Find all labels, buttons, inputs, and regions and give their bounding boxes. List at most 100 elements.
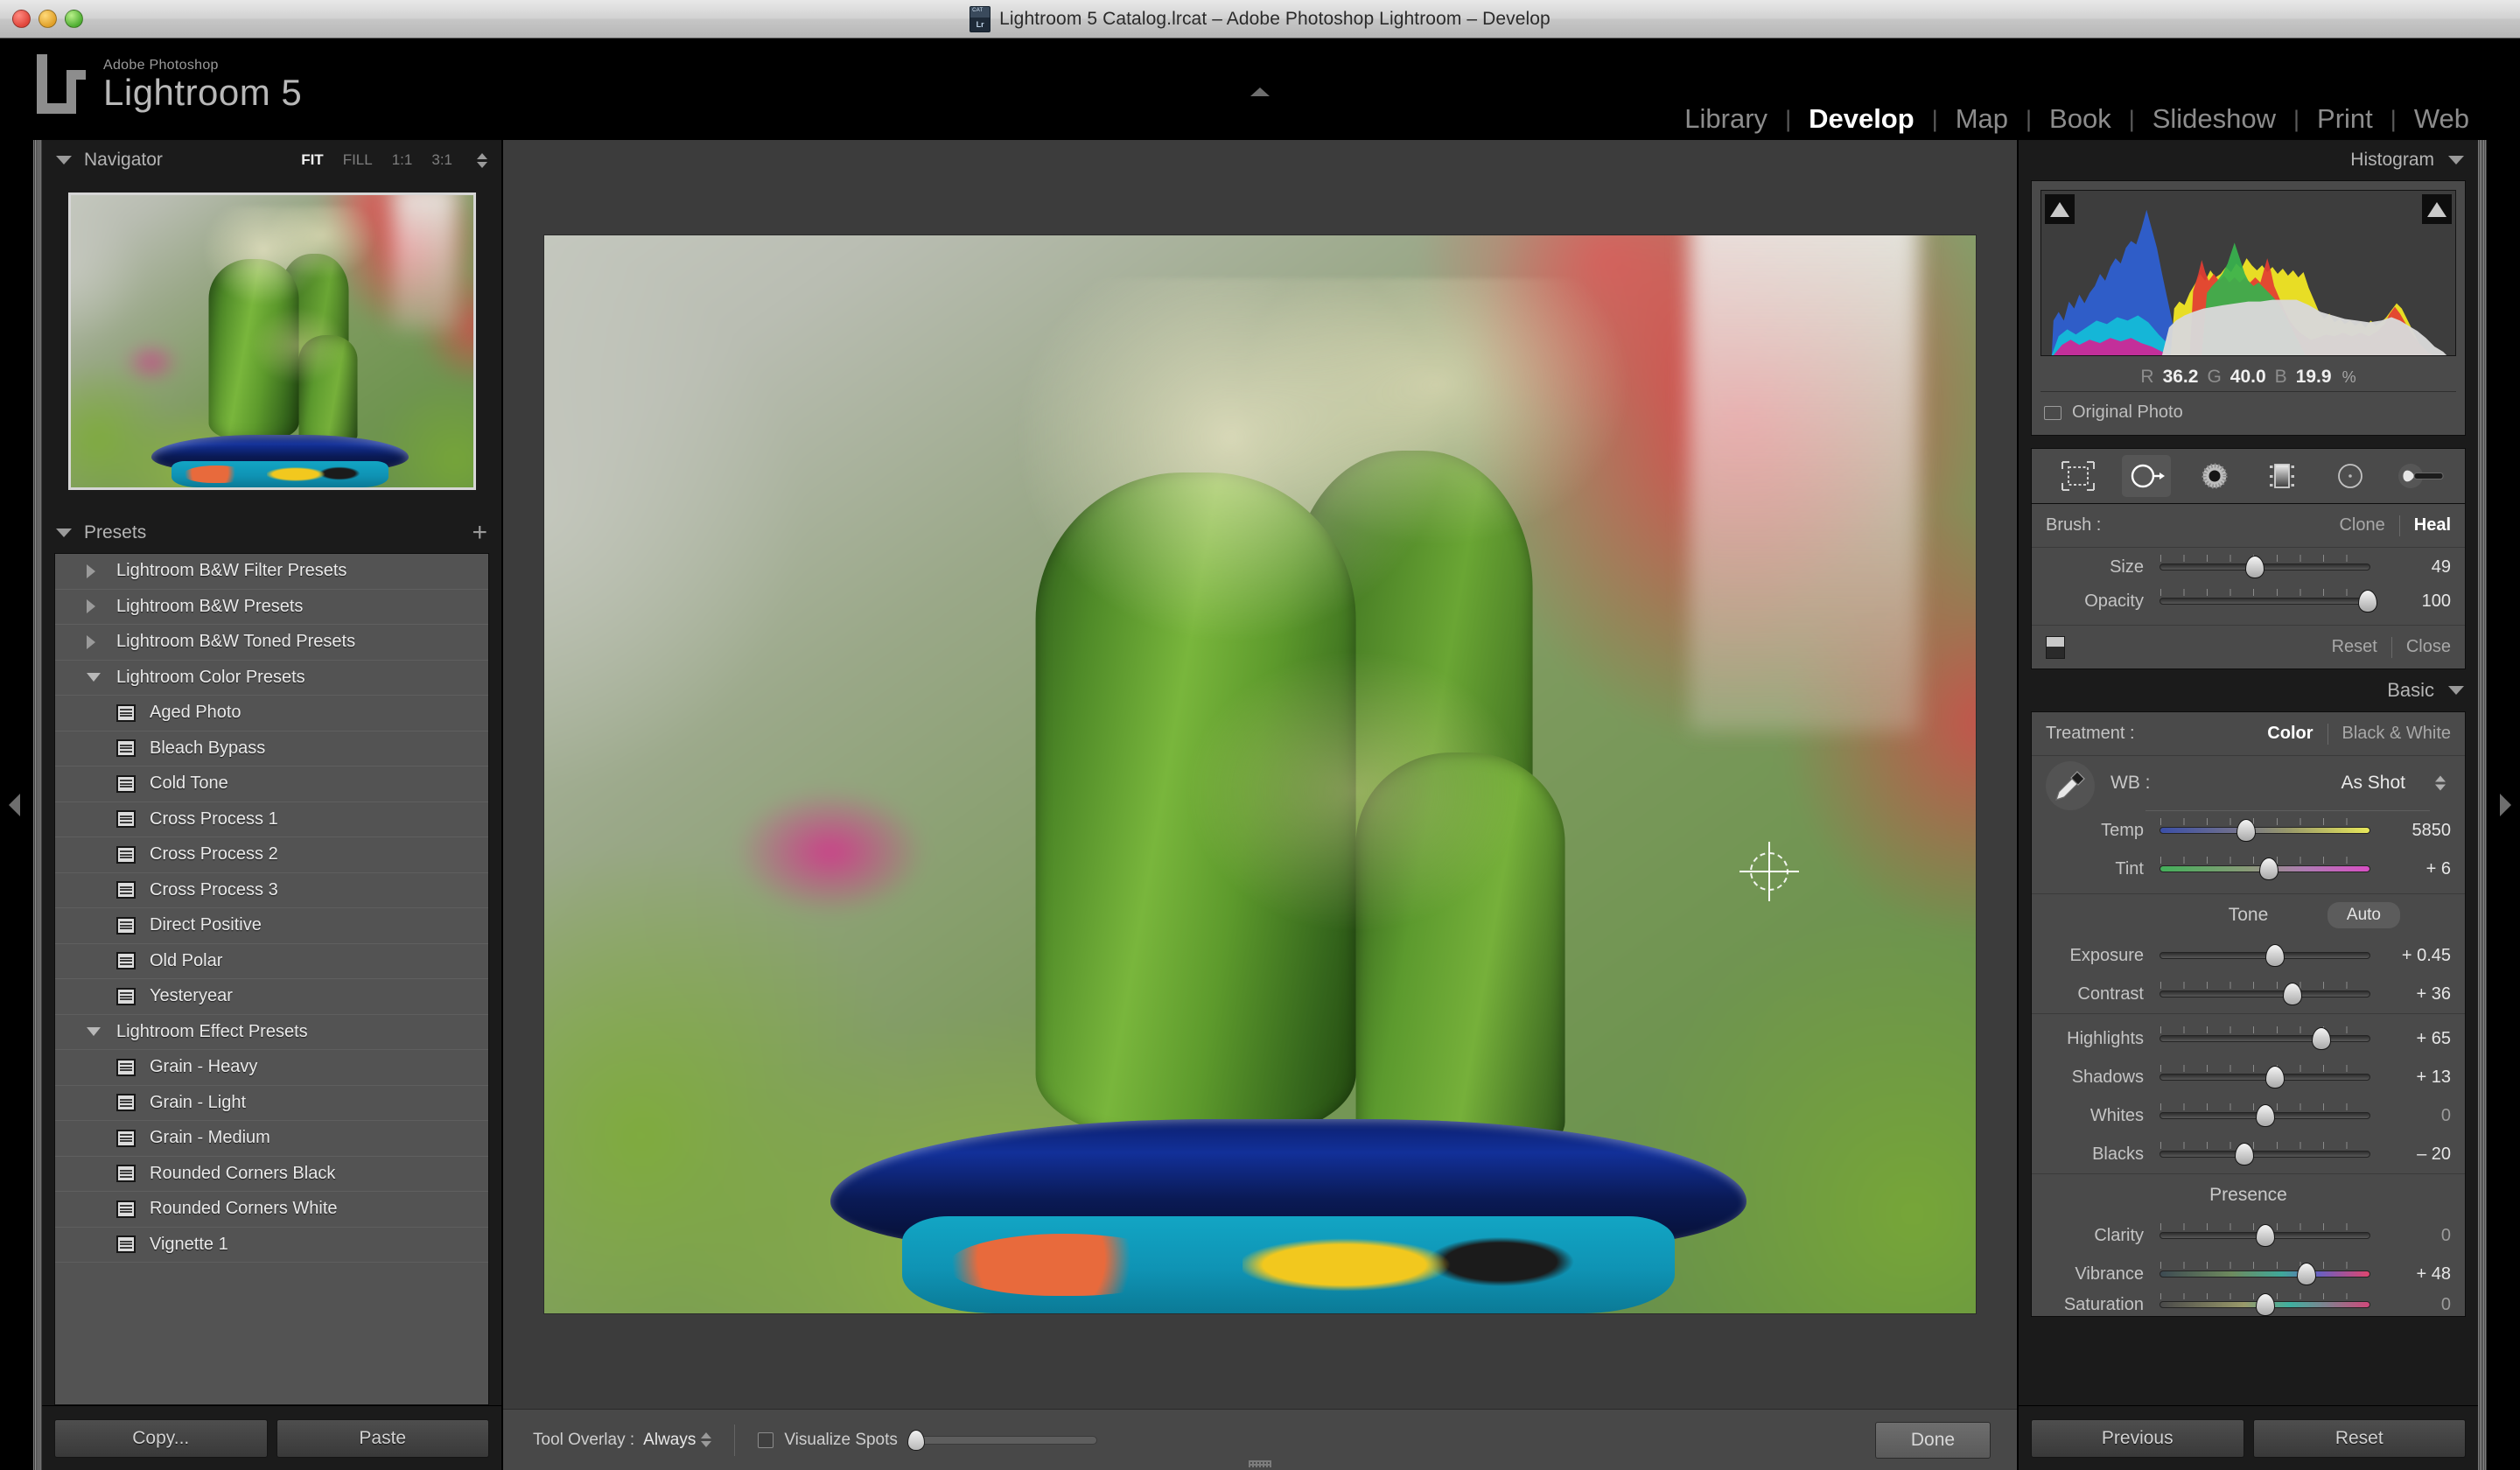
wb-value[interactable]: As Shot — [2341, 773, 2405, 794]
list-item[interactable]: Bleach Bypass — [55, 732, 488, 766]
previous-button[interactable]: Previous — [2031, 1418, 2244, 1458]
preset-group-color[interactable]: Lightroom Color Presets — [55, 661, 488, 696]
visualize-spots-checkbox[interactable] — [758, 1432, 774, 1448]
chevron-right-icon[interactable] — [87, 634, 116, 649]
list-item[interactable]: Cold Tone — [55, 766, 488, 802]
wb-stepper-icon[interactable] — [2435, 775, 2446, 791]
chevron-right-icon[interactable] — [87, 599, 116, 614]
shadows-slider[interactable] — [2160, 1065, 2370, 1088]
preset-group-bw-filter[interactable]: Lightroom B&W Filter Presets — [55, 554, 488, 590]
right-panel-resize-rail[interactable] — [2478, 140, 2487, 1470]
blacks-slider[interactable] — [2160, 1142, 2370, 1166]
list-item[interactable]: Rounded Corners White — [55, 1192, 488, 1228]
original-photo-checkbox[interactable] — [2044, 405, 2062, 420]
temp-slider[interactable] — [2160, 818, 2370, 842]
list-item[interactable]: Aged Photo — [55, 696, 488, 732]
treatment-color-button[interactable]: Color — [2267, 724, 2313, 744]
list-item[interactable]: Cross Process 2 — [55, 837, 488, 873]
done-button[interactable]: Done — [1875, 1421, 1991, 1459]
brush-size-slider[interactable] — [2160, 555, 2370, 578]
add-preset-button[interactable]: + — [472, 520, 487, 546]
brush-opacity-slider[interactable] — [2160, 589, 2377, 612]
whites-slider[interactable] — [2160, 1103, 2370, 1127]
chevron-down-icon[interactable] — [56, 528, 72, 537]
treatment-bw-button[interactable]: Black & White — [2342, 724, 2451, 744]
zoom-level-fill[interactable]: FILL — [343, 151, 373, 169]
image-canvas-area[interactable] — [503, 140, 2017, 1409]
list-item[interactable]: Vignette 1 — [55, 1228, 488, 1263]
module-map[interactable]: Map — [1938, 103, 2026, 135]
spot-reset-button[interactable]: Reset — [2332, 637, 2377, 657]
spot-removal-tool-icon[interactable] — [2125, 458, 2167, 494]
list-item[interactable]: Grain - Light — [55, 1086, 488, 1121]
chevron-right-icon[interactable] — [87, 564, 116, 578]
zoom-level-fit[interactable]: FIT — [301, 151, 324, 169]
develop-tool-strip[interactable] — [2031, 448, 2466, 504]
list-item[interactable]: Cross Process 3 — [55, 873, 488, 908]
chevron-down-icon[interactable] — [56, 156, 72, 164]
crop-overlay-tool-icon[interactable] — [2057, 458, 2099, 494]
highlights-slider[interactable] — [2160, 1026, 2370, 1050]
list-item[interactable]: Old Polar — [55, 944, 488, 979]
module-develop[interactable]: Develop — [1791, 103, 1932, 135]
switch-preview-icon[interactable] — [2046, 635, 2065, 659]
right-panel-toggle-icon[interactable] — [2500, 794, 2511, 816]
zoom-level-3-1[interactable]: 3:1 — [431, 151, 452, 169]
list-item[interactable]: Direct Positive — [55, 908, 488, 944]
auto-tone-button[interactable]: Auto — [2327, 902, 2400, 928]
tool-overlay-stepper-icon[interactable] — [701, 1432, 712, 1447]
clone-mode-button[interactable]: Clone — [2339, 515, 2384, 536]
exposure-slider[interactable] — [2160, 944, 2370, 967]
module-library[interactable]: Library — [1667, 103, 1785, 135]
zoom-stepper-icon[interactable] — [477, 152, 487, 168]
module-picker[interactable]: Library | Develop | Map | Book | Slidesh… — [1667, 103, 2487, 135]
spot-close-button[interactable]: Close — [2406, 637, 2451, 657]
basic-panel-header[interactable]: Basic — [2019, 669, 2478, 711]
saturation-slider[interactable] — [2160, 1293, 2370, 1316]
module-slideshow[interactable]: Slideshow — [2135, 103, 2293, 135]
chevron-down-icon[interactable] — [2448, 686, 2464, 695]
red-eye-correction-tool-icon[interactable] — [2194, 458, 2236, 494]
preset-group-effect[interactable]: Lightroom Effect Presets — [55, 1015, 488, 1050]
navigator-preview[interactable] — [54, 180, 489, 513]
list-item[interactable]: Yesteryear — [55, 979, 488, 1015]
loupe-photo[interactable] — [544, 235, 1976, 1313]
presets-panel-header[interactable]: Presets + — [42, 513, 501, 553]
module-book[interactable]: Book — [2032, 103, 2129, 135]
tint-slider[interactable] — [2160, 857, 2370, 880]
paste-button[interactable]: Paste — [276, 1418, 489, 1458]
visualize-spots-slider[interactable] — [906, 1429, 1097, 1451]
reset-button[interactable]: Reset — [2252, 1418, 2466, 1458]
white-balance-row[interactable]: WB : As Shot — [2032, 756, 2465, 810]
list-item[interactable]: Grain - Medium — [55, 1121, 488, 1157]
list-item[interactable]: Rounded Corners Black — [55, 1157, 488, 1192]
contrast-slider[interactable] — [2160, 982, 2370, 1005]
module-web[interactable]: Web — [2397, 103, 2487, 135]
module-print[interactable]: Print — [2300, 103, 2390, 135]
tool-overlay-value[interactable]: Always — [643, 1431, 696, 1450]
identity-plate[interactable]: Adobe Photoshop Lightroom 5 — [33, 51, 302, 116]
highlight-clipping-indicator[interactable] — [2422, 194, 2452, 224]
chevron-down-icon[interactable] — [87, 1027, 116, 1037]
navigator-zoom-levels[interactable]: FIT FILL 1:1 3:1 — [301, 151, 487, 169]
copy-button[interactable]: Copy... — [54, 1418, 268, 1458]
adjustment-brush-tool-icon[interactable] — [2398, 458, 2444, 494]
graduated-filter-tool-icon[interactable] — [2261, 458, 2303, 494]
navigator-thumbnail[interactable] — [67, 192, 476, 490]
top-panel-toggle-icon[interactable] — [1250, 88, 1270, 96]
left-panel-toggle-icon[interactable] — [9, 794, 20, 816]
presets-list[interactable]: Lightroom B&W Filter Presets Lightroom B… — [54, 553, 489, 1405]
heal-mode-button[interactable]: Heal — [2414, 515, 2451, 536]
clarity-slider[interactable] — [2160, 1223, 2370, 1247]
radial-filter-tool-icon[interactable] — [2329, 458, 2371, 494]
filmstrip-toggle-icon[interactable] — [1249, 1460, 1271, 1467]
preset-group-bw[interactable]: Lightroom B&W Presets — [55, 590, 488, 625]
original-photo-row[interactable]: Original Photo — [2040, 391, 2456, 426]
histogram-panel-header[interactable]: Histogram — [2019, 140, 2478, 180]
list-item[interactable]: Cross Process 1 — [55, 802, 488, 837]
preset-group-bw-toned[interactable]: Lightroom B&W Toned Presets — [55, 625, 488, 661]
list-item[interactable]: Grain - Heavy — [55, 1050, 488, 1086]
chevron-down-icon[interactable] — [87, 673, 116, 682]
shadow-clipping-indicator[interactable] — [2045, 194, 2075, 224]
histogram-graph[interactable] — [2040, 190, 2456, 356]
